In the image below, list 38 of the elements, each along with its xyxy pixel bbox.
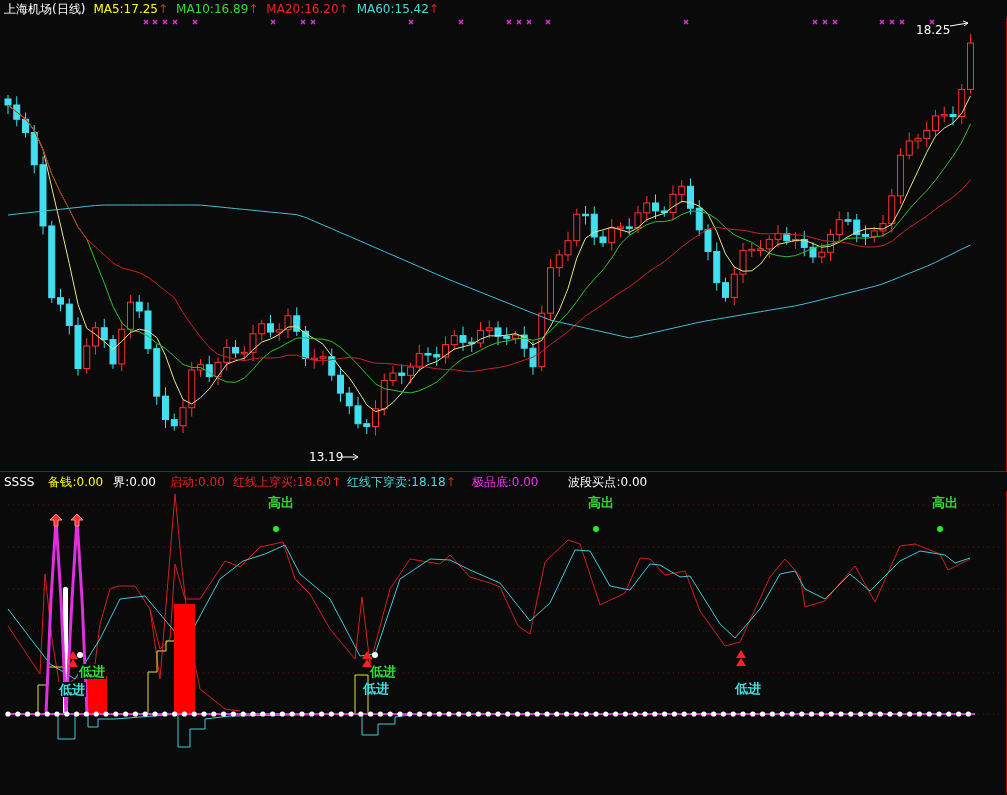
dot-icon	[77, 652, 83, 658]
indicator-value: MA10:16.89	[176, 1, 249, 18]
up-arrow-icon	[49, 513, 63, 527]
signal-dot-icon	[937, 526, 943, 532]
arrow-icon	[949, 20, 969, 27]
arrow-icon	[341, 453, 359, 461]
trend-arrow: ↑	[248, 1, 259, 18]
indicator-value: 备钱:0.00	[48, 474, 104, 491]
signal-label: 低进	[79, 664, 105, 679]
indicator-value: 红线上穿买:18.60	[232, 474, 332, 491]
signal-label: 低进	[59, 682, 85, 697]
signal-label: 高出	[268, 495, 294, 510]
trend-arrow: ↑	[157, 1, 169, 18]
indicator-value: 界:0.00	[113, 474, 156, 491]
trend-arrow: ↑	[445, 474, 456, 491]
price-label: 13.19	[309, 450, 344, 464]
indicator-value: MA5:17.25	[93, 1, 158, 18]
indicator-value: SSSS	[4, 474, 35, 491]
signal-label: 低进	[370, 664, 396, 679]
up-arrow-icon	[70, 513, 84, 527]
indicator-value: 启动:0.00	[170, 474, 225, 491]
signal-dot-icon	[593, 526, 599, 532]
dot-icon	[372, 652, 378, 658]
trend-arrow: ↑	[331, 474, 342, 491]
indicator-value: MA60:15.42	[356, 1, 429, 18]
price-label: 18.25	[916, 23, 951, 37]
indicator-value: MA20:16.20	[266, 1, 339, 18]
trend-arrow: ↑	[428, 1, 439, 18]
signal-label: 低进	[735, 681, 761, 696]
signal-dot-icon	[273, 526, 279, 532]
indicator-value: 波段买点:0.00	[568, 474, 648, 491]
signal-label: 高出	[588, 495, 614, 510]
chart-title: 上海机场(日线)	[4, 1, 86, 18]
trend-arrow: ↑	[338, 1, 349, 18]
signal-label: 高出	[932, 495, 958, 510]
indicator-value: 红线下穿卖:18.18	[347, 474, 446, 491]
indicator-value: 极品底:0.00	[471, 474, 539, 491]
signal-label: 低进	[363, 681, 389, 696]
